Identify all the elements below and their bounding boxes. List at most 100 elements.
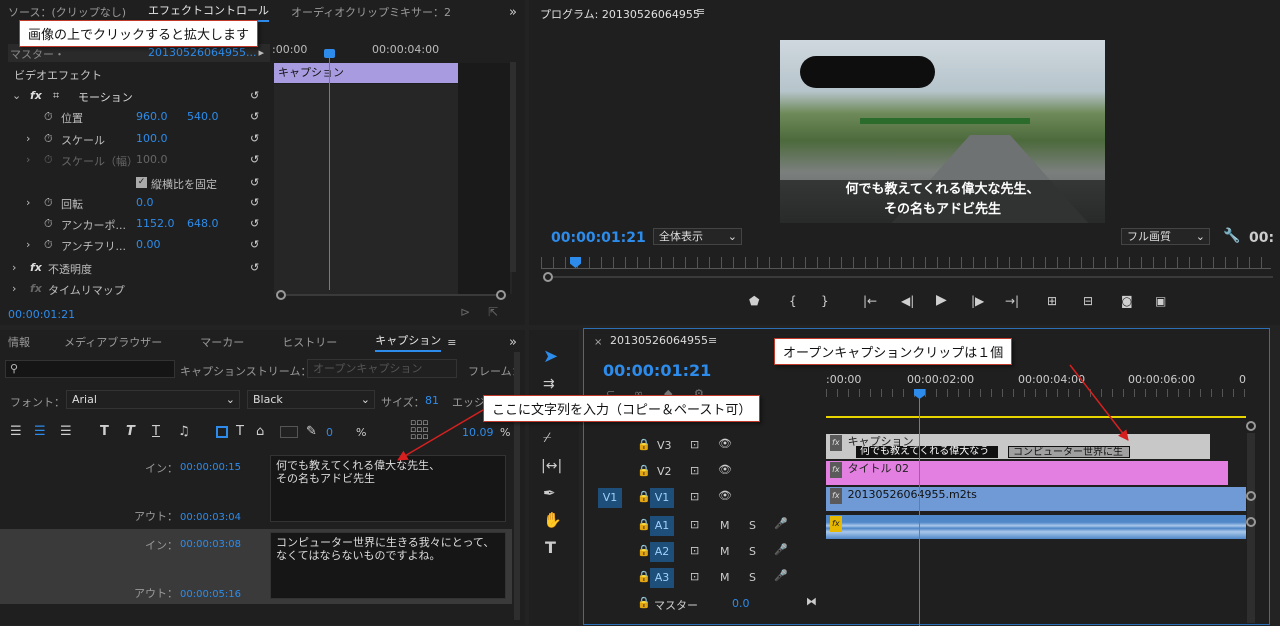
go-to-in-icon[interactable]: |← [863,294,877,308]
audio-clip[interactable]: fx [826,515,1246,539]
caption-in-time[interactable]: 00:00:00:15 [180,462,241,473]
chevron-down-icon[interactable]: ⌄ [12,89,21,102]
position-x-value[interactable]: 960.0 [136,110,168,123]
video-frame[interactable]: 何でも教えてくれる偉大な先生、 その名もアドビ先生 [780,40,1105,223]
timeline-ruler[interactable]: :00:00 00:00:02:00 00:00:04:00 00:00:06:… [826,373,1246,399]
program-zoom-handle[interactable] [543,272,553,282]
chevron-right-icon[interactable]: › [26,196,30,209]
play-only-icon[interactable]: ▸ [258,46,264,59]
reset-icon[interactable]: ↺ [250,238,259,251]
stopwatch-icon[interactable]: ⏱ [44,238,53,252]
reset-icon[interactable]: ↺ [250,89,259,102]
transform-icon[interactable]: ⌗ [53,89,59,103]
stopwatch-icon[interactable]: ⏱ [44,132,53,146]
source-patch-v1[interactable]: V1 [598,488,622,508]
lock-icon[interactable]: 🔒 [637,438,651,451]
step-forward-icon[interactable]: |▶ [971,294,984,308]
step-back-icon[interactable]: ◀| [901,294,914,308]
position-y-value[interactable]: 540.0 [187,110,219,123]
lock-icon[interactable]: 🔒 [637,570,651,583]
caption-sub-clip[interactable]: 何でも教えてくれる偉大なう [856,446,998,458]
uniform-scale-row[interactable]: ✓ 縦横比を固定 ↺ [0,172,270,193]
effect-playhead[interactable] [329,50,330,290]
quality-dropdown[interactable]: フル画質 ⌄ [1121,228,1210,245]
anchor-y-value[interactable]: 648.0 [187,217,219,230]
anchor-row[interactable]: ⏱ アンカーポ... 1152.0 648.0 ↺ [0,213,270,234]
reset-icon[interactable]: ↺ [250,176,259,189]
panel-menu-icon[interactable]: » [509,5,517,20]
solo-button[interactable]: S [749,519,756,532]
scale-value[interactable]: 100.0 [136,132,168,145]
fit-dropdown[interactable]: 全体表示 ⌄ [653,228,742,245]
mute-button[interactable]: M [720,571,730,584]
microphone-icon[interactable]: 🎤 [774,517,788,530]
caption-out-time[interactable]: 00:00:05:16 [180,589,241,600]
reset-icon[interactable]: ↺ [250,261,259,274]
caption-entry[interactable]: イン： 00:00:00:15 アウト： 00:00:03:04 何でも教えてく… [0,452,512,527]
tab-info[interactable]: 情報 [8,334,30,350]
lock-icon[interactable]: 🔒 [637,464,651,477]
razor-tool-icon[interactable]: ⌿ [543,430,551,446]
slip-tool-icon[interactable]: |↔| [541,458,562,474]
camera-icon[interactable]: ◙ [1121,294,1133,308]
marker-icon[interactable]: ⬟ [749,294,759,308]
tab-source[interactable]: ソース：(クリップなし) [8,4,126,20]
timeline-timecode[interactable]: 00:00:01:21 [603,361,711,380]
caption-text-input[interactable]: コンピューター世界に生きる我々にとって、 なくてはならないものですよね。 [270,532,506,599]
track-name[interactable]: V3 [657,439,672,452]
lift-icon[interactable]: ⊞ [1047,294,1057,308]
text-bg-icon[interactable]: ⌂ [256,424,264,439]
text-color-icon[interactable]: T [236,424,244,439]
lock-icon[interactable]: 🔒 [637,518,651,531]
stopwatch-icon[interactable]: ⏱ [44,217,53,231]
caption-v-scrollbar[interactable] [514,352,520,620]
anchor-x-value[interactable]: 1152.0 [136,217,175,230]
tab-audio-mixer[interactable]: オーディオクリップミキサー：2 [291,4,451,20]
antiflicker-row[interactable]: › ⏱ アンチフリ... 0.00 ↺ [0,234,270,255]
rotation-row[interactable]: › ⏱ 回転 0.0 ↺ [0,192,270,213]
effect-playhead-handle[interactable] [324,49,335,58]
play-icon[interactable]: ▶ [936,292,947,308]
reset-icon[interactable]: ↺ [250,132,259,145]
mute-button[interactable]: M [720,519,730,532]
panel-menu-icon[interactable]: » [509,335,517,350]
caption-in-time[interactable]: 00:00:03:08 [180,539,241,550]
sync-lock-icon[interactable]: ⊡ [690,490,699,503]
track-target-a2[interactable]: A2 [650,542,674,562]
align-left-icon[interactable]: ☰ [10,424,22,439]
underline-icon[interactable]: T [152,424,160,439]
sync-lock-icon[interactable]: ⊡ [690,570,699,583]
type-tool-icon[interactable]: T [545,538,556,557]
wrench-icon[interactable]: 🔧 [1223,228,1240,244]
microphone-icon[interactable]: 🎤 [774,543,788,556]
position-row[interactable]: ⏱ 位置 960.0 540.0 ↺ [0,106,270,127]
go-to-end-icon[interactable]: ⧓ [806,595,817,608]
rotation-value[interactable]: 0.0 [136,196,154,209]
hamburger-icon[interactable]: ≡ [696,5,705,18]
reset-icon[interactable]: ↺ [250,110,259,123]
video-clip[interactable]: fx 20130526064955.m2ts [826,487,1246,511]
reset-icon[interactable]: ↺ [250,196,259,209]
mark-out-icon[interactable]: } [821,294,829,308]
selection-tool-icon[interactable]: ➤ [543,346,558,367]
timeline-scroll-handle-low[interactable] [1246,517,1256,527]
timeline-scroll-handle-top[interactable] [1246,421,1256,431]
caption-entry[interactable]: イン： 00:00:03:08 アウト： 00:00:05:16 コンピューター… [0,529,512,604]
opacity-row[interactable]: › fx 不透明度 ↺ [0,257,270,278]
pen-tool-icon[interactable]: ✒ [543,484,556,502]
opacity-value[interactable]: 0 [326,426,333,439]
chevron-right-icon[interactable]: › [12,282,16,295]
effect-h-scrollbar[interactable] [276,290,506,300]
lock-icon[interactable]: 🔒 [637,596,651,609]
tab-history[interactable]: ヒストリー [282,334,337,350]
compare-icon[interactable]: ▣ [1155,294,1166,308]
caption-search-input[interactable]: ⚲ [5,360,175,378]
stopwatch-icon[interactable]: ⏱ [44,196,53,210]
program-timecode[interactable]: 00:00:01:21 [551,230,646,246]
scale-row[interactable]: › ⏱ スケール 100.0 ↺ [0,128,270,149]
sequence-tab[interactable]: 20130526064955 [610,334,708,347]
timeline-scroll-handle-mid[interactable] [1246,491,1256,501]
hamburger-icon[interactable]: ≡ [447,336,456,349]
font-style-dropdown[interactable]: Black ⌄ [247,390,375,409]
export-icon[interactable]: ⇱ [488,305,498,319]
